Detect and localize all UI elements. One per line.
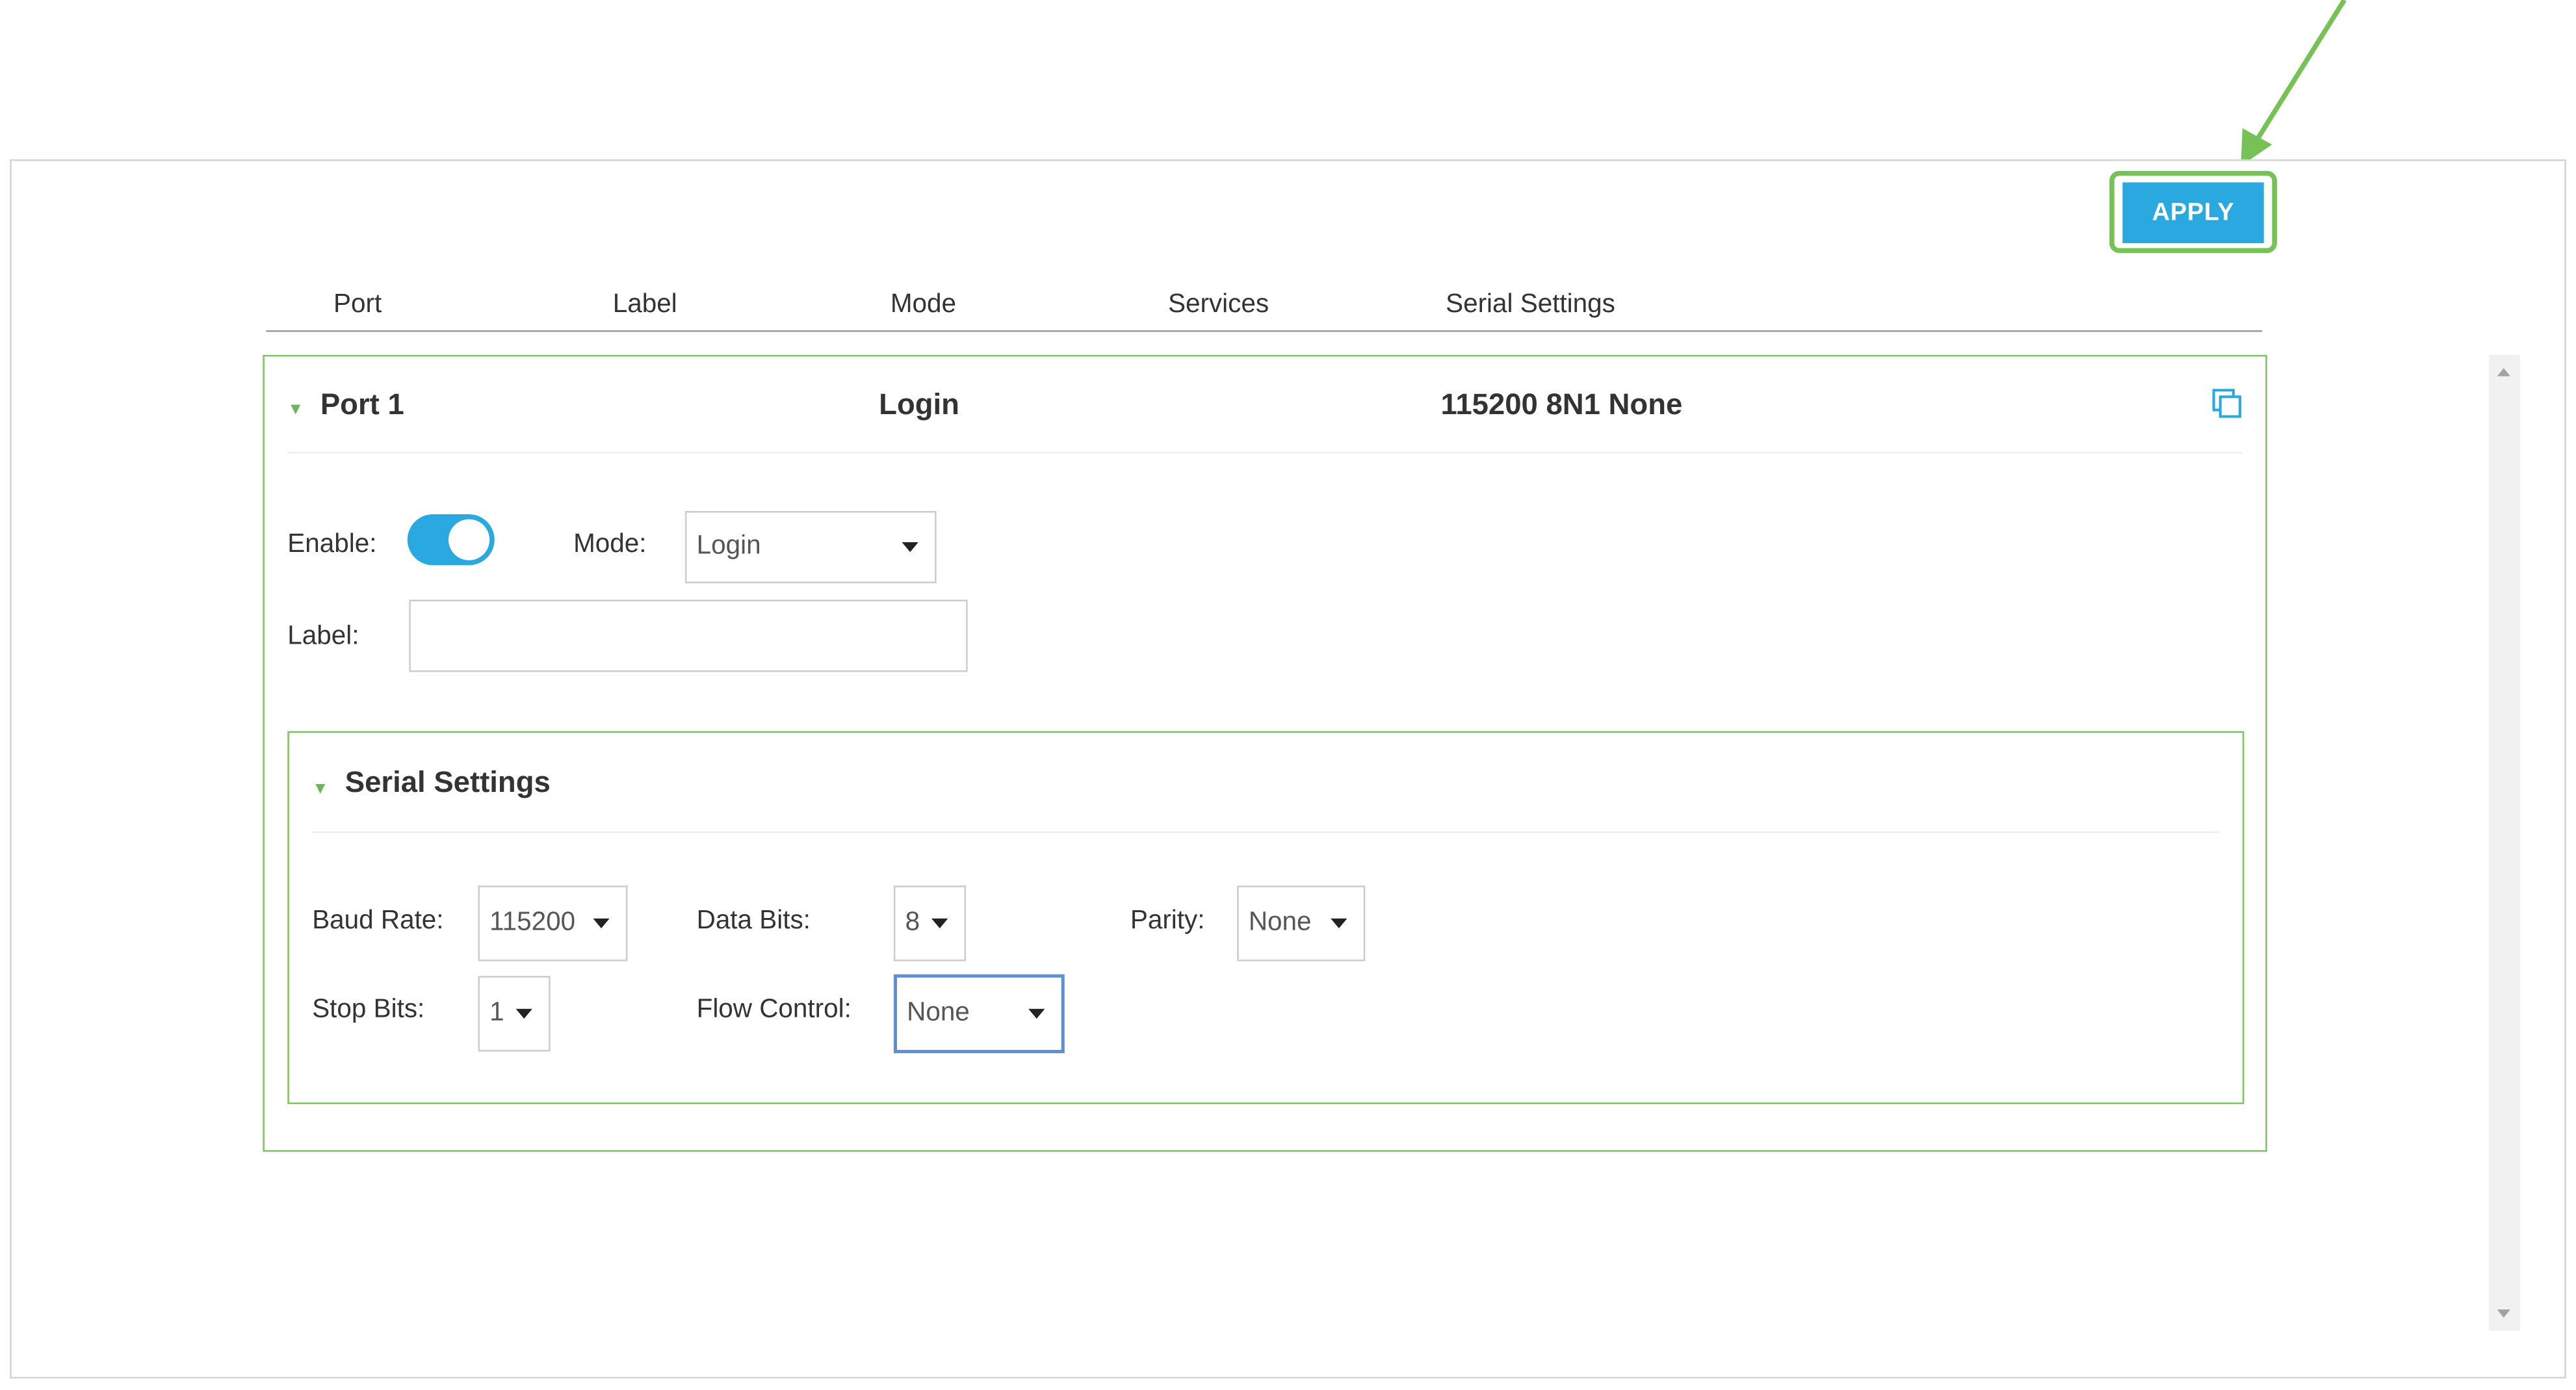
parity-label: Parity: <box>1130 907 1205 935</box>
copy-icon[interactable] <box>2211 387 2244 421</box>
header-divider <box>266 330 2263 332</box>
flow-control-label: Flow Control: <box>696 995 852 1024</box>
baud-rate-value: 115200 <box>489 908 576 937</box>
toggle-knob <box>448 519 490 560</box>
dropdown-arrow-icon <box>515 1008 532 1019</box>
dropdown-arrow-icon <box>931 918 948 928</box>
port-name[interactable]: Port 1 <box>320 387 404 422</box>
port-collapse-toggle[interactable]: ▼ <box>287 393 304 422</box>
dropdown-arrow-icon <box>902 542 918 553</box>
stop-bits-select[interactable]: 1 <box>478 976 551 1052</box>
caret-down-icon: ▼ <box>287 400 304 419</box>
stop-bits-label: Stop Bits: <box>312 995 425 1024</box>
port-serial-summary: 115200 8N1 None <box>1440 387 1683 421</box>
baud-rate-select[interactable]: 115200 <box>478 885 628 962</box>
enable-toggle[interactable] <box>407 514 495 566</box>
data-bits-select[interactable]: 8 <box>893 885 967 962</box>
mode-select-value: Login <box>696 532 761 560</box>
dropdown-arrow-icon <box>1028 1008 1045 1019</box>
data-bits-label: Data Bits: <box>696 907 811 935</box>
enable-label: Enable: <box>287 531 377 559</box>
mode-select[interactable]: Login <box>684 510 937 584</box>
scroll-up-icon[interactable] <box>2497 368 2510 376</box>
column-header-mode: Mode <box>890 291 957 319</box>
dropdown-arrow-icon <box>593 918 610 928</box>
caret-down-icon: ▼ <box>312 780 329 799</box>
vertical-scrollbar[interactable] <box>2489 354 2521 1331</box>
parity-select[interactable]: None <box>1237 885 1366 962</box>
scroll-down-icon[interactable] <box>2497 1309 2510 1318</box>
column-header-port: Port <box>333 291 382 319</box>
serial-divider <box>312 831 2220 833</box>
port-mode-summary: Login <box>879 387 959 421</box>
flow-control-value: None <box>907 999 970 1027</box>
serial-settings-title[interactable]: Serial Settings <box>345 766 551 800</box>
label-field-label: Label: <box>287 622 359 651</box>
data-bits-value: 8 <box>905 908 920 937</box>
dropdown-arrow-icon <box>1331 918 1347 928</box>
baud-rate-label: Baud Rate: <box>312 907 444 935</box>
column-header-label: Label <box>612 291 677 319</box>
apply-button[interactable]: APPLY <box>2122 182 2264 244</box>
parity-value: None <box>1248 908 1312 937</box>
arrow-annotation <box>2241 0 2347 166</box>
column-header-services: Services <box>1167 291 1269 319</box>
stop-bits-value: 1 <box>489 999 504 1027</box>
serial-collapse-toggle[interactable]: ▼ <box>312 772 328 802</box>
mode-label: Mode: <box>573 531 647 559</box>
flow-control-select[interactable]: None <box>893 974 1065 1053</box>
summary-divider <box>287 451 2243 454</box>
column-header-serial-settings: Serial Settings <box>1446 291 1615 319</box>
label-input[interactable] <box>409 599 968 672</box>
